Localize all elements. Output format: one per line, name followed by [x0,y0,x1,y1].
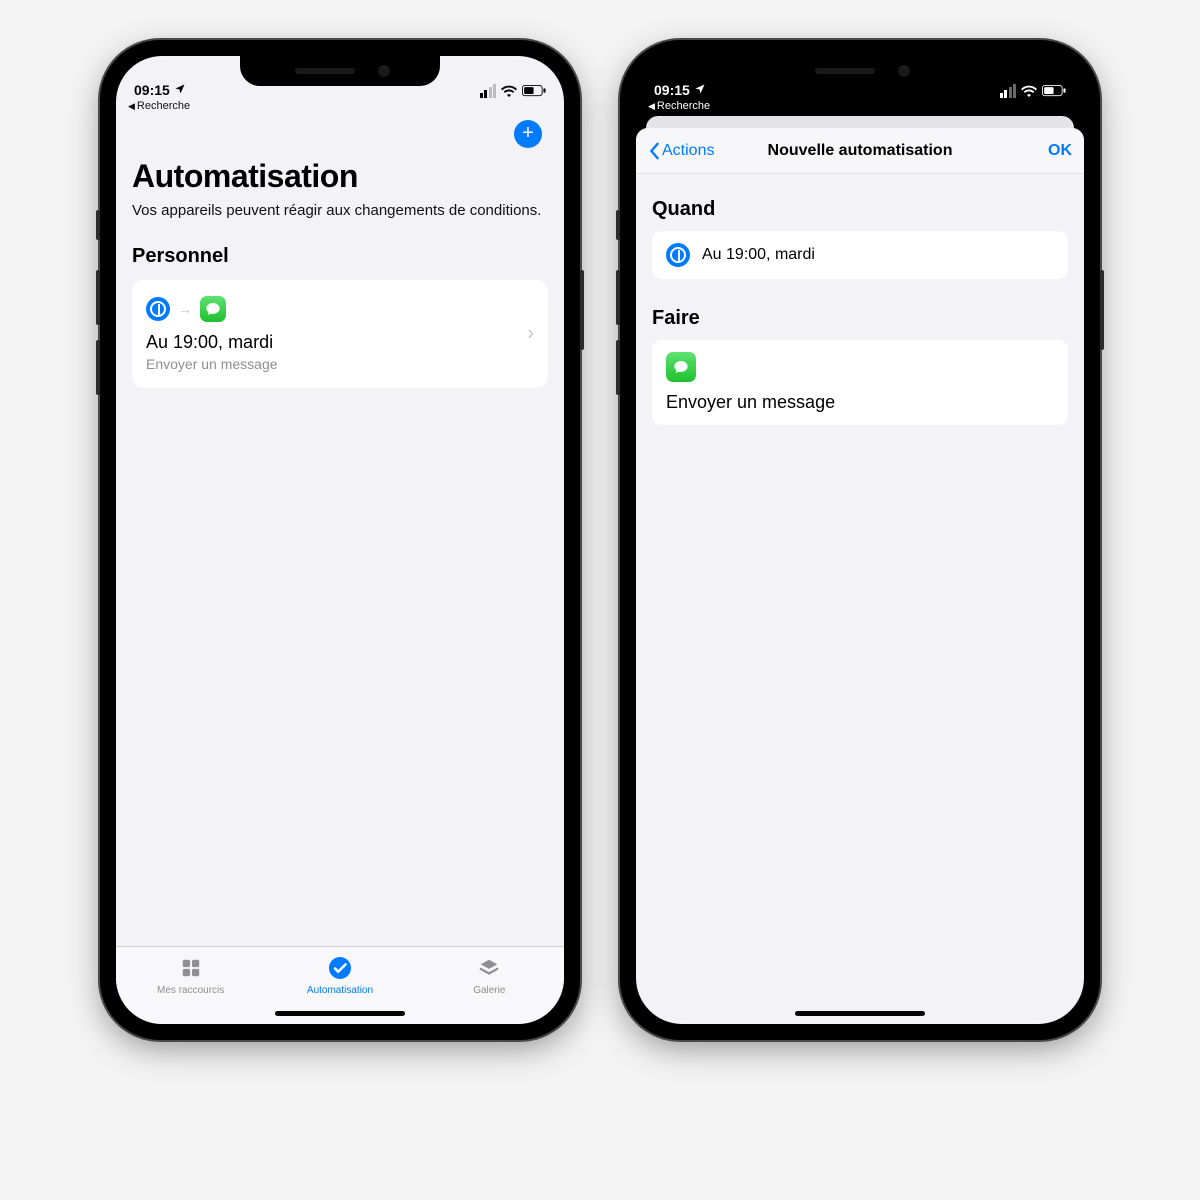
tab-label-gallery: Galerie [473,985,505,996]
tab-my-shortcuts[interactable]: Mes raccourcis [117,955,265,1024]
automation-subtitle: Envoyer un message [146,356,534,372]
automation-tab-icon [327,955,353,981]
clock-icon [666,243,690,267]
home-indicator[interactable] [275,1011,405,1016]
plus-icon: + [522,123,534,143]
messages-icon [666,352,696,382]
do-value: Envoyer un message [666,392,835,413]
battery-icon [1042,85,1066,97]
wifi-icon [501,85,517,97]
home-indicator[interactable] [795,1011,925,1016]
automation-title: Au 19:00, mardi [146,332,534,353]
nav-back-button[interactable]: Actions [648,142,714,160]
tab-label-shortcuts: Mes raccourcis [157,985,224,996]
page-subtitle: Vos appareils peuvent réagir aux changem… [132,201,548,221]
notch [240,56,440,86]
grid-icon [178,955,204,981]
nav-back-label: Actions [662,142,714,160]
location-arrow-icon [174,83,186,98]
tab-label-automation: Automatisation [307,985,373,996]
nav-bar: Actions Nouvelle automatisation OK [636,128,1084,174]
nav-title: Nouvelle automatisation [768,142,953,160]
section-heading-do: Faire [652,307,1068,330]
cell-signal-icon [1000,84,1017,98]
breadcrumb-back[interactable]: ◀ Recherche [116,100,564,118]
cell-signal-icon [480,84,497,98]
breadcrumb-label: Recherche [657,100,710,112]
wifi-icon [1021,85,1037,97]
add-automation-button[interactable]: + [514,120,542,148]
battery-icon [522,85,546,97]
layers-icon [476,955,502,981]
when-cell[interactable]: Au 19:00, mardi [652,231,1068,279]
right-phone-frame: 09:15 ◀ Recherche [620,40,1100,1040]
modal-sheet: Actions Nouvelle automatisation OK Quand… [636,128,1084,1024]
section-heading-personal: Personnel [132,245,548,268]
clock-icon [146,297,170,321]
tab-gallery[interactable]: Galerie [415,955,563,1024]
automation-card[interactable]: → Au 19:00, mardi Envoyer un message › [132,280,548,388]
left-phone-frame: 09:15 ◀ Recherche [100,40,580,1040]
location-arrow-icon [694,83,706,98]
nav-done-button[interactable]: OK [1048,142,1072,160]
status-time: 09:15 [134,82,170,98]
status-time: 09:15 [654,82,690,98]
do-cell[interactable]: Envoyer un message [652,340,1068,425]
page-title: Automatisation [132,158,548,195]
notch [760,56,960,86]
section-heading-when: Quand [652,198,1068,221]
arrow-right-icon: → [178,301,192,317]
breadcrumb-label: Recherche [137,100,190,112]
when-value: Au 19:00, mardi [702,246,815,264]
chevron-right-icon: › [527,323,534,346]
messages-icon [200,296,226,322]
